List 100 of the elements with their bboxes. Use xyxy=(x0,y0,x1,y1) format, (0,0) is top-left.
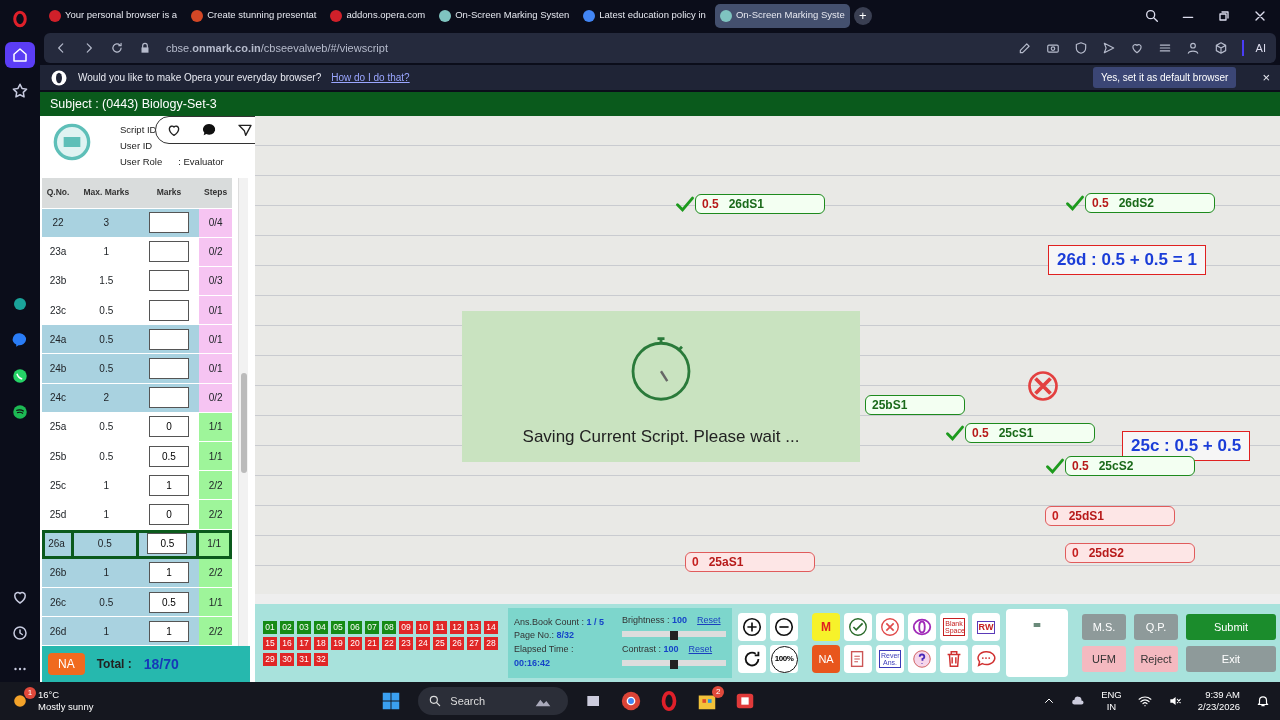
edit-icon[interactable] xyxy=(1017,41,1032,55)
page-button[interactable]: 13 xyxy=(467,620,481,634)
reload-icon[interactable] xyxy=(110,41,124,55)
trash-tool-button[interactable] xyxy=(940,645,968,674)
clock[interactable]: 9:39 AM 2/23/2026 xyxy=(1197,689,1240,714)
question-row[interactable]: 24c 2 0/2 xyxy=(42,383,232,413)
mark-annotation[interactable]: 25bS1 xyxy=(865,395,965,415)
page-button[interactable]: 24 xyxy=(416,636,430,650)
cube-icon[interactable] xyxy=(1213,41,1228,55)
mark-annotation[interactable]: 0.5 25cS1 xyxy=(965,423,1095,443)
comment-tool-button[interactable] xyxy=(972,645,1000,674)
rw-button[interactable]: RW xyxy=(972,613,1000,642)
send-icon[interactable] xyxy=(1101,41,1116,55)
person-icon[interactable] xyxy=(1185,41,1200,55)
page-button[interactable]: 10 xyxy=(416,620,430,634)
notes-tool-button[interactable] xyxy=(844,645,872,674)
question-row[interactable]: 24a 0.5 0/1 xyxy=(42,325,232,355)
question-row[interactable]: 25b 0.5 0.5 1/1 xyxy=(42,442,232,472)
horizontal-scrollbar[interactable] xyxy=(255,594,1280,605)
help-tool-button[interactable] xyxy=(908,645,936,674)
question-row[interactable]: 25a 0.5 0 1/1 xyxy=(42,412,232,442)
page-button[interactable]: 09 xyxy=(399,620,413,634)
actual-size-button[interactable]: 100% xyxy=(770,645,798,674)
marks-input[interactable] xyxy=(149,328,189,350)
star-icon[interactable] xyxy=(11,82,29,100)
set-default-button[interactable]: Yes, set it as default browser xyxy=(1092,67,1237,88)
page-button[interactable]: 29 xyxy=(263,652,277,666)
o-logo-icon[interactable] xyxy=(11,10,29,28)
vertical-scrollbar[interactable] xyxy=(238,178,248,647)
page-button[interactable]: 27 xyxy=(467,636,481,650)
action-button[interactable]: UFM xyxy=(1082,646,1126,673)
reset-link[interactable]: Reset xyxy=(697,615,721,626)
page-button[interactable]: 21 xyxy=(365,636,379,650)
na-tool-button[interactable]: NA xyxy=(812,645,840,674)
page-button[interactable]: 06 xyxy=(348,620,362,634)
marks-input[interactable] xyxy=(149,212,189,234)
page-button[interactable]: 22 xyxy=(382,636,396,650)
home-icon[interactable] xyxy=(11,46,29,64)
cross-tool-button[interactable] xyxy=(876,613,904,642)
marks-input[interactable]: 1 xyxy=(149,474,189,496)
music-app-icon[interactable] xyxy=(11,403,29,422)
browser-tab[interactable]: On-Screen Marking Systen xyxy=(434,3,575,28)
marks-input[interactable] xyxy=(149,387,189,409)
mark-annotation[interactable]: 0 25dS1 xyxy=(1045,506,1175,526)
question-row[interactable]: 23a 1 0/2 xyxy=(42,237,232,267)
marks-input[interactable]: 0 xyxy=(149,504,189,525)
mark-annotation[interactable]: 0 25dS2 xyxy=(1065,543,1195,563)
question-row[interactable]: 23b 1.5 0/3 xyxy=(42,266,232,297)
page-button[interactable]: 26 xyxy=(450,636,464,650)
page-button[interactable]: 28 xyxy=(484,636,498,650)
page-button[interactable]: 02 xyxy=(280,620,294,634)
marks-input[interactable] xyxy=(149,299,189,321)
zoom-in-button[interactable] xyxy=(738,613,766,642)
marks-input[interactable]: 0 xyxy=(149,416,189,438)
notification-bell-icon[interactable] xyxy=(1256,694,1270,709)
clock-icon[interactable] xyxy=(11,624,29,643)
page-button[interactable]: 15 xyxy=(263,636,277,650)
address-field[interactable]: cbse.onmark.co.in/cbseevalweb/#/viewscript xyxy=(166,39,388,57)
browser-tab[interactable]: On-Screen Marking Syste xyxy=(714,3,850,28)
page-button[interactable]: 11 xyxy=(433,620,447,634)
page-button[interactable]: 19 xyxy=(331,636,345,650)
question-row[interactable]: 26c 0.5 0.5 1/1 xyxy=(42,587,232,618)
question-row[interactable]: 25d 1 0 2/2 xyxy=(42,500,232,530)
ai-button[interactable]: AI xyxy=(1241,39,1266,57)
reset-link[interactable]: Reset xyxy=(688,644,713,655)
page-button[interactable]: 30 xyxy=(280,652,294,666)
page-button[interactable]: 08 xyxy=(382,620,396,634)
question-row[interactable]: 26b 1 1 2/2 xyxy=(42,558,232,588)
browser-tab[interactable]: Your personal browser is a xyxy=(44,3,183,28)
question-row[interactable]: 26d 1 1 2/2 xyxy=(42,617,232,647)
camera-icon[interactable] xyxy=(1045,41,1060,55)
page-button[interactable]: 03 xyxy=(297,620,311,634)
browser-tab[interactable]: addons.opera.com xyxy=(325,3,431,28)
marks-input[interactable] xyxy=(149,358,189,380)
question-row[interactable]: 24b 0.5 0/1 xyxy=(42,354,232,384)
question-row[interactable]: 23c 0.5 0/1 xyxy=(42,296,232,326)
how-to-link[interactable]: How do I do that? xyxy=(331,70,410,85)
page-button[interactable]: 17 xyxy=(297,636,311,650)
question-row[interactable]: 22 3 0/4 xyxy=(42,208,232,238)
list-icon[interactable] xyxy=(1157,41,1172,55)
taskbar-search-field[interactable]: Search xyxy=(418,687,569,716)
action-button[interactable]: Submit xyxy=(1186,614,1276,641)
wifi-icon[interactable] xyxy=(1137,694,1152,709)
page-button[interactable]: 23 xyxy=(399,636,413,650)
infobar-close-button[interactable]: × xyxy=(1262,67,1270,88)
action-button[interactable]: Reject xyxy=(1134,646,1178,673)
marks-input[interactable]: 0.5 xyxy=(149,591,189,613)
browser-tab[interactable]: Latest education policy in xyxy=(578,3,711,28)
marks-input[interactable]: 0.5 xyxy=(147,533,188,555)
eye-tool-button[interactable] xyxy=(908,613,936,642)
page-button[interactable]: 32 xyxy=(314,652,328,666)
whatsapp-icon[interactable] xyxy=(11,367,29,386)
heart-icon[interactable] xyxy=(1129,41,1144,55)
page-button[interactable]: 05 xyxy=(331,620,345,634)
question-row[interactable]: 26a 0.5 0.5 1/1 xyxy=(42,529,232,559)
question-row[interactable]: 25c 1 1 2/2 xyxy=(42,471,232,501)
page-button[interactable]: 18 xyxy=(314,636,328,650)
shield-icon[interactable] xyxy=(1073,41,1088,55)
page-button[interactable]: 16 xyxy=(280,636,294,650)
page-button[interactable]: 25 xyxy=(433,636,447,650)
